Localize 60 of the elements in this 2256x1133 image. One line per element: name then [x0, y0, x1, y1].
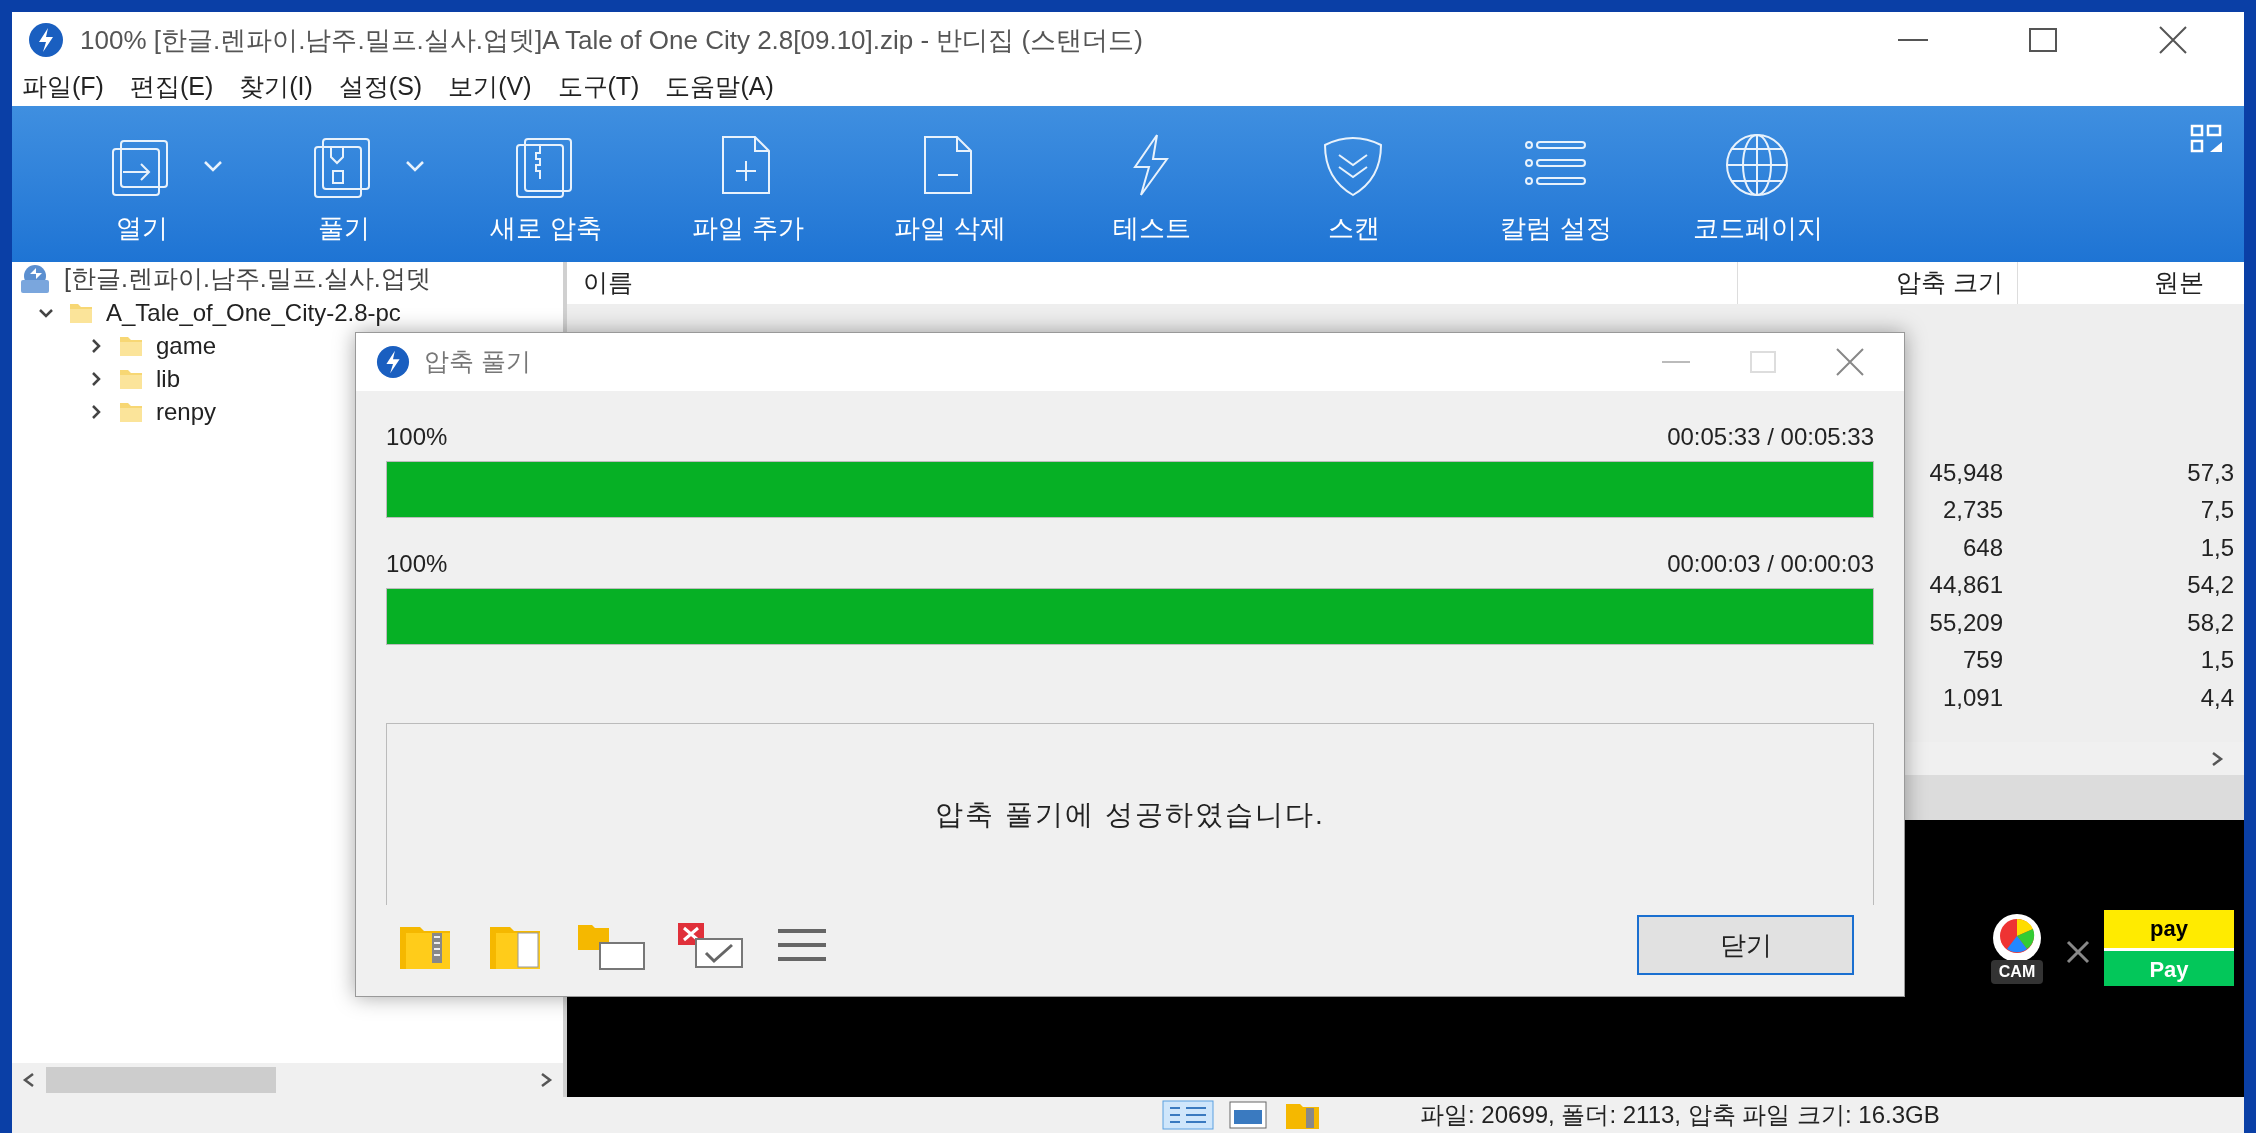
scroll-left-icon[interactable] — [22, 1072, 36, 1088]
table-cell: 759 — [1962, 646, 2003, 674]
cam-label: CAM — [1990, 960, 2044, 984]
table-cell: 4,4 — [2200, 683, 2234, 711]
toolbar-button[interactable]: 열기 — [52, 131, 232, 248]
pay-badge: Pay — [2104, 948, 2234, 986]
progress-percent: 100% — [386, 549, 448, 579]
toolbar-button[interactable]: 칼럼 설정 — [1466, 131, 1646, 248]
dialog-title: 압축 풀기 — [424, 346, 531, 378]
pay-badge: pay — [2104, 910, 2234, 948]
table-cell: 1,5 — [2200, 646, 2234, 674]
column-header[interactable]: 이름 — [567, 262, 1737, 304]
close-dialog-button[interactable]: 닫기 — [1637, 915, 1854, 975]
menu-item[interactable]: 설정(S) — [338, 68, 423, 106]
scroll-right-icon[interactable] — [2210, 750, 2224, 767]
menu-item[interactable]: 보기(V) — [448, 68, 532, 106]
success-message: 압축 풀기에 성공하였습니다. — [935, 797, 1325, 832]
toolbar-button[interactable]: 새로 압축 — [456, 131, 636, 248]
toolbar-button[interactable]: 코드페이지 — [1668, 131, 1848, 248]
table-cell: 58,2 — [2187, 608, 2234, 636]
toolbar-button[interactable]: 풀기 — [254, 131, 434, 248]
window-title: 100% [한글.렌파이.남주.밀프.실사.업뎃]A Tale of One City 2.8[09.10].zip - 반디집 (스탠더드) — [80, 23, 1143, 57]
elapsed-time: 00:00:03 / 00:00:03 — [1667, 549, 1874, 579]
status-text: 파일: 20699, 폴더: 2113, 압축 파일 크기: 16.3GB — [1420, 1100, 1940, 1130]
list-view-icon[interactable] — [1162, 1100, 1214, 1130]
minimize-icon — [1898, 38, 1928, 42]
zip-icon — [18, 264, 52, 294]
toolbar-button[interactable]: 파일 추가 — [658, 131, 838, 248]
maximize-icon — [2029, 28, 2057, 52]
horizontal-scrollbar[interactable] — [12, 1063, 563, 1097]
table-cell: 648 — [1962, 533, 2003, 561]
elapsed-time: 00:05:33 / 00:05:33 — [1667, 422, 1874, 452]
app-logo-icon — [376, 345, 410, 379]
image-view-icon[interactable] — [1228, 1100, 1268, 1130]
table-cell: 44,861 — [1929, 571, 2003, 599]
table-cell: 54,2 — [2187, 571, 2234, 599]
table-cell: 1,5 — [2200, 533, 2234, 561]
menu-item[interactable]: 편집(E) — [129, 68, 214, 106]
menu-item[interactable]: 도구(T) — [557, 68, 640, 106]
close-icon[interactable] — [2066, 940, 2090, 964]
close-icon — [2159, 26, 2187, 54]
app-logo-icon — [28, 22, 64, 58]
menu-item[interactable]: 파일(F) — [22, 68, 104, 106]
table-cell: 2,735 — [1942, 496, 2003, 524]
toolbar-button[interactable]: 테스트 — [1062, 131, 1242, 248]
progress-percent: 100% — [386, 422, 448, 452]
menu-item[interactable]: 찾기(I) — [239, 68, 313, 106]
toolbar-button[interactable]: 파일 삭제 — [860, 131, 1040, 248]
caret-icon[interactable] — [202, 159, 224, 173]
table-cell: 7,5 — [2200, 496, 2234, 524]
close-icon[interactable] — [1836, 348, 1864, 376]
layout-icon[interactable] — [2190, 124, 2224, 154]
table-cell: 55,209 — [1929, 608, 2003, 636]
table-cell: 45,948 — [1929, 458, 2003, 486]
toolbar-button[interactable]: 스캔 — [1264, 131, 1444, 248]
menu-item[interactable]: 도움말(A) — [665, 68, 774, 106]
table-cell: 57,3 — [2187, 458, 2234, 486]
table-cell: 1,091 — [1942, 683, 2003, 711]
scroll-right-icon[interactable] — [539, 1072, 553, 1088]
caret-icon[interactable] — [404, 159, 426, 173]
